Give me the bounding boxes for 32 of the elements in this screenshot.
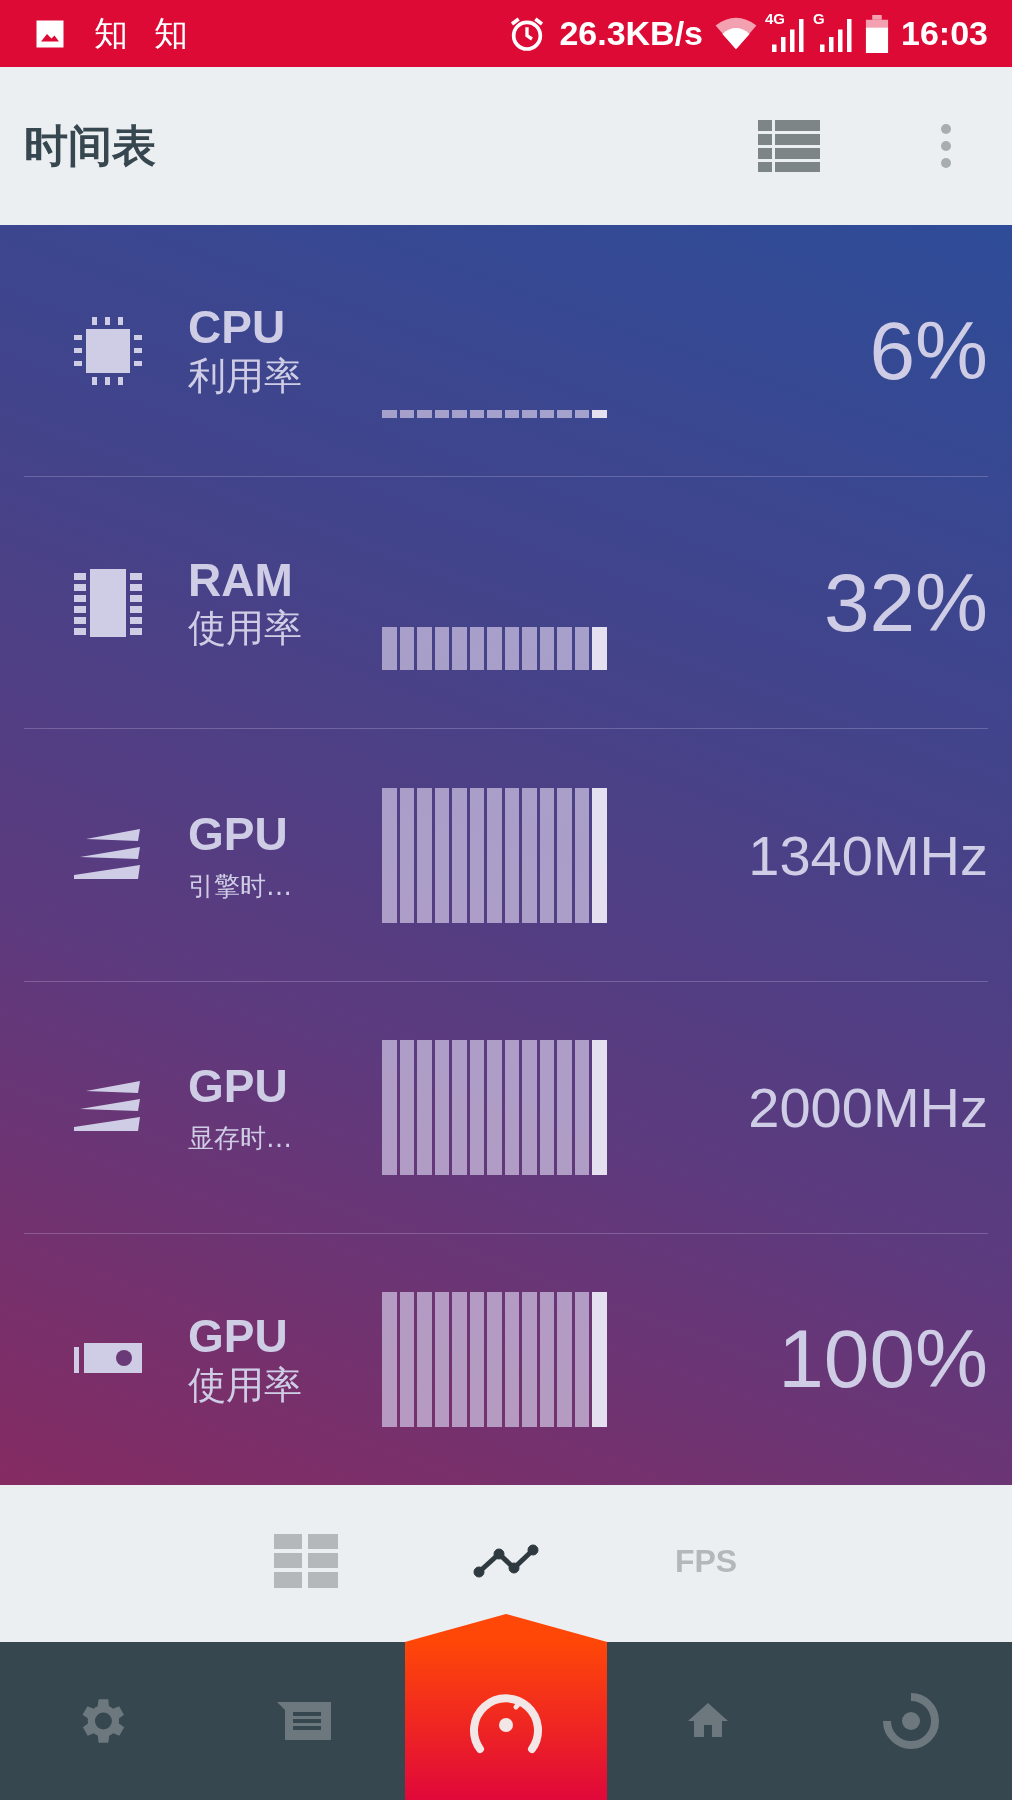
meter-title: CPU <box>188 301 287 355</box>
page-title: 时间表 <box>24 118 156 173</box>
chip-icon <box>72 314 144 387</box>
grid-tab-icon[interactable] <box>274 1534 338 1588</box>
wifi-icon <box>715 16 758 51</box>
meter-title: GPU <box>188 1310 289 1364</box>
network-speed: 26.3KB/s <box>559 14 704 53</box>
line-chart-tab-icon[interactable] <box>473 1544 539 1578</box>
clock-time: 16:03 <box>901 14 988 53</box>
meter-title: GPU <box>188 1060 289 1114</box>
meter-subtitle: 使用率 <box>188 606 303 653</box>
meter-subtitle: 引擎时… <box>188 870 293 903</box>
more-menu-icon[interactable] <box>940 124 952 168</box>
target-icon <box>880 1691 941 1751</box>
network-type: G <box>813 9 825 27</box>
meter-value: 100% <box>777 1312 988 1407</box>
meter-subtitle: 利用率 <box>188 354 303 400</box>
message-icon <box>276 1702 331 1740</box>
memory-chip-icon <box>72 566 144 639</box>
notification-text: 知 <box>94 11 128 55</box>
list-view-icon[interactable] <box>758 120 820 172</box>
meter-subtitle: 使用率 <box>188 1363 303 1409</box>
meter-subtitle: 显存时… <box>188 1123 293 1155</box>
meter-title: GPU <box>188 807 289 861</box>
meter-value: 32% <box>822 555 988 650</box>
battery-icon <box>865 14 890 53</box>
meter-value: 6% <box>868 303 988 398</box>
meter-value: 2000MHz <box>747 1074 988 1140</box>
notification-text: 知 <box>154 11 188 55</box>
meter-value: 1340MHz <box>747 822 988 888</box>
network-type: 4G <box>765 9 786 27</box>
meter-title: RAM <box>188 553 294 607</box>
